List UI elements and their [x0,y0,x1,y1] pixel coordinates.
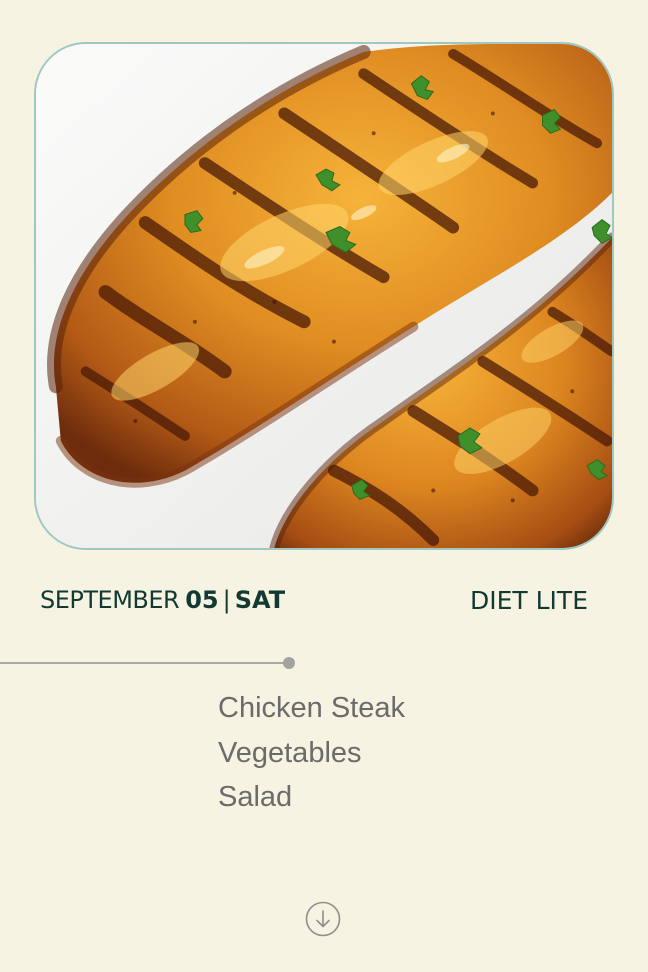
meal-menu-list: Chicken Steak Vegetables Salad [218,686,405,820]
timeline-dot [283,657,295,669]
date-weekday: SAT [234,586,286,614]
arrow-down-circle-icon [305,901,341,937]
date-month: SEPTEMBER [40,586,180,614]
scroll-down-button[interactable] [305,901,341,937]
timeline-line [0,662,284,664]
date-separator: | [222,586,231,614]
date-label: SEPTEMBER 05 | SAT [40,586,285,618]
menu-item-chicken-steak: Chicken Steak [218,692,405,724]
menu-item-vegetables: Vegetables [218,736,362,769]
chicken-steak-illustration [36,44,612,548]
food-photo [34,42,614,550]
date-day: 05 [185,586,219,614]
diet-plan-label: DIET LITE [469,586,588,615]
menu-item-salad: Salad [218,781,293,813]
